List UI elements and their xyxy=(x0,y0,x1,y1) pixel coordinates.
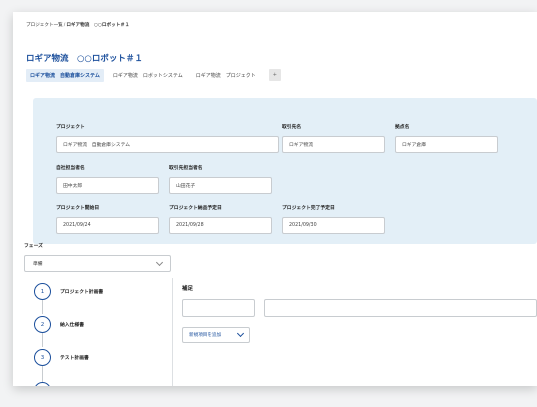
add-tab-button[interactable]: + xyxy=(268,69,281,81)
own-person-label: 自社担当者名 xyxy=(56,166,85,171)
supplement-key-input[interactable] xyxy=(182,299,255,317)
end-date-input[interactable]: 2021/09/30 xyxy=(282,217,385,234)
add-new-item-button[interactable]: 新規項目を追加 xyxy=(182,327,250,343)
project-label: プロジェクト xyxy=(56,125,85,130)
end-date-field: プロジェクト完了予定日 2021/09/30 xyxy=(282,204,385,234)
tab-auto-warehouse[interactable]: ロギア物流 自動倉庫システム xyxy=(26,68,104,82)
start-date-field: プロジェクト開始日 2021/09/24 xyxy=(56,204,159,234)
site-input[interactable]: ロギア倉庫 xyxy=(395,136,498,153)
client-label: 取引先名 xyxy=(282,125,302,130)
phase-selected-value: 準備 xyxy=(33,262,43,267)
step-item-4[interactable] xyxy=(34,382,51,386)
phase-label: フェーズ xyxy=(24,244,43,249)
tab-project[interactable]: ロギア物流 プロジェクト xyxy=(192,69,260,82)
client-person-field: 取引先担当者名 山田花子 xyxy=(169,164,272,194)
delivery-date-input[interactable]: 2021/09/28 xyxy=(169,217,272,234)
step-connector xyxy=(42,333,43,347)
project-field: プロジェクト ロギア物流 自動倉庫システム xyxy=(56,123,279,153)
breadcrumb-parent-link[interactable]: プロジェクト一覧 xyxy=(26,23,63,28)
breadcrumb-current: ロギア物流 ○○ロボット＃１ xyxy=(66,23,130,28)
project-input[interactable]: ロギア物流 自動倉庫システム xyxy=(56,136,279,153)
step-item-3[interactable]: 3 テスト計画書 xyxy=(34,349,89,366)
step-connector xyxy=(42,300,43,314)
start-date-label: プロジェクト開始日 xyxy=(56,206,100,211)
supplement-value-input[interactable] xyxy=(264,299,537,317)
delivery-date-field: プロジェクト納品予定日 2021/09/28 xyxy=(169,204,272,234)
site-field: 拠点名 ロギア倉庫 xyxy=(395,123,498,153)
step-item-1[interactable]: 1 プロジェクト計画書 xyxy=(34,283,103,300)
end-date-label: プロジェクト完了予定日 xyxy=(282,206,335,211)
step-item-2[interactable]: 2 納入仕様書 xyxy=(34,316,84,333)
add-new-item-label: 新規項目を追加 xyxy=(189,333,222,338)
step-label: 納入仕様書 xyxy=(60,323,84,328)
step-number-badge xyxy=(34,382,51,386)
supplement-title: 補足 xyxy=(182,286,194,292)
client-person-input[interactable]: 山田花子 xyxy=(169,177,272,194)
step-number-badge: 2 xyxy=(34,316,51,333)
app-window: プロジェクト一覧/ロギア物流 ○○ロボット＃１ ロギア物流 ○○ロボット＃１ ロ… xyxy=(13,12,537,386)
project-tabs: ロギア物流 自動倉庫システム ロギア物流 ロボットシステム ロギア物流 プロジェ… xyxy=(26,68,281,82)
own-person-input[interactable]: 田中太郎 xyxy=(56,177,159,194)
phase-select[interactable]: 準備 xyxy=(24,255,171,272)
step-number-badge: 1 xyxy=(34,283,51,300)
start-date-input[interactable]: 2021/09/24 xyxy=(56,217,159,234)
tab-robot-system[interactable]: ロギア物流 ロボットシステム xyxy=(109,69,187,82)
own-person-field: 自社担当者名 田中太郎 xyxy=(56,164,159,194)
client-person-label: 取引先担当者名 xyxy=(169,166,203,171)
step-label: プロジェクト計画書 xyxy=(60,290,104,295)
chevron-down-icon xyxy=(236,329,245,338)
client-field: 取引先名 ロギア物流 xyxy=(282,123,385,153)
breadcrumb: プロジェクト一覧/ロギア物流 ○○ロボット＃１ xyxy=(26,22,129,28)
chevron-down-icon xyxy=(155,258,164,266)
step-label: テスト計画書 xyxy=(60,356,89,361)
delivery-date-label: プロジェクト納品予定日 xyxy=(169,206,222,211)
site-label: 拠点名 xyxy=(395,125,410,130)
project-info-panel: プロジェクト ロギア物流 自動倉庫システム 取引先名 ロギア物流 拠点名 ロギア… xyxy=(33,98,537,244)
step-number-badge: 3 xyxy=(34,349,51,366)
page-title: ロギア物流 ○○ロボット＃１ xyxy=(26,54,143,64)
phase-steps: 1 プロジェクト計画書 2 納入仕様書 3 テスト計画書 xyxy=(24,278,173,386)
client-input[interactable]: ロギア物流 xyxy=(282,136,385,153)
